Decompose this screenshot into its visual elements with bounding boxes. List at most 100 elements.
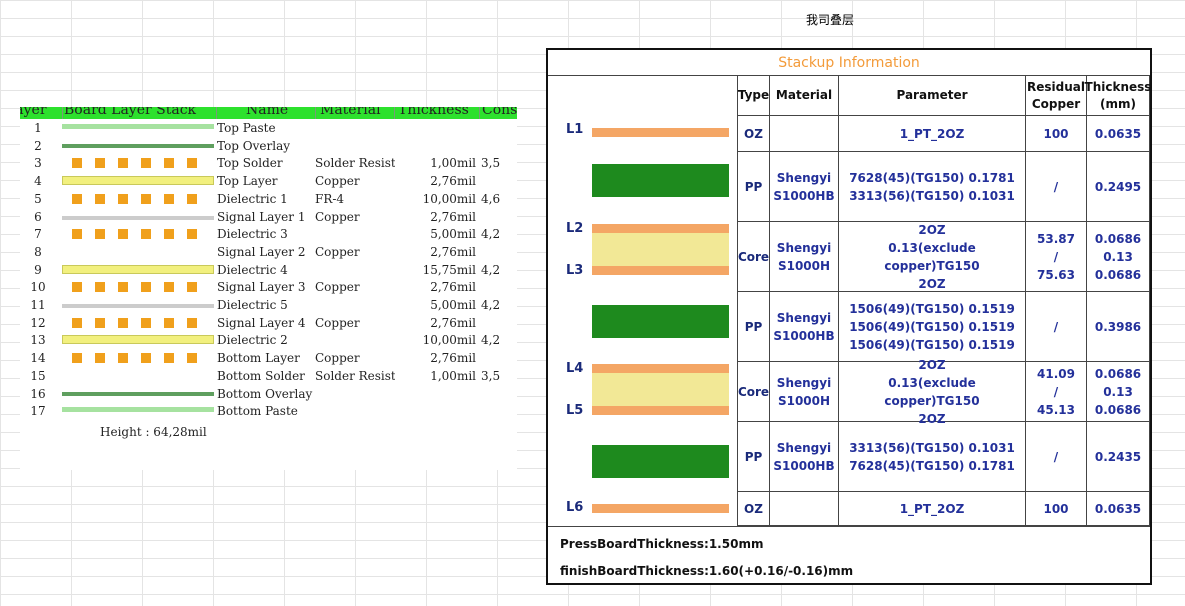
layer-thickness: 5,00mil bbox=[430, 298, 476, 312]
pad-square bbox=[187, 317, 197, 328]
copper-layer-l2 bbox=[592, 224, 729, 233]
layer-stack-table: Layer Board Layer Stack Name Material Th… bbox=[20, 107, 517, 470]
prepreg-block-3 bbox=[592, 445, 729, 478]
layer-name: Signal Layer 2 bbox=[217, 244, 306, 259]
stackup-cell-thickness: 0.3986 bbox=[1087, 292, 1150, 362]
stackup-cell-residual: / bbox=[1026, 152, 1087, 222]
pad-square bbox=[72, 353, 82, 364]
layer-row: 17 Bottom Paste bbox=[20, 402, 517, 420]
stackup-cell-material: Shengyi S1000HB bbox=[770, 422, 839, 492]
layer-constant: 4,2 bbox=[481, 227, 501, 242]
layer-name: Signal Layer 3 bbox=[217, 280, 306, 295]
layer-thickness: 2,76mil bbox=[430, 174, 476, 189]
layer-row: 13 Dielectric 2 10,00mil 4,2 bbox=[20, 331, 517, 349]
header-thickness-mm: Thickness (mm) bbox=[1085, 76, 1151, 116]
pad-square bbox=[187, 353, 197, 364]
finish-board-thickness: finishBoardThickness:1.60(+0.16/-0.16)mm bbox=[560, 564, 854, 578]
copper-layer-l3 bbox=[592, 266, 729, 275]
layer-name: Dielectric 2 bbox=[217, 333, 288, 348]
layer-row: 8 Signal Layer 2 Copper 2,76mil bbox=[20, 243, 517, 261]
paste-layer-bar bbox=[62, 407, 214, 413]
pad-square bbox=[118, 353, 128, 364]
stackup-cell-type: PP bbox=[738, 422, 770, 492]
pad-square bbox=[72, 158, 82, 169]
header-thickness: Thickness bbox=[398, 107, 469, 118]
stackup-cell-thickness: 0.2435 bbox=[1087, 422, 1150, 492]
layer-number: 17 bbox=[30, 404, 46, 419]
pad-square bbox=[118, 158, 128, 169]
stackup-cell-parameter: 3313(56)(TG150) 0.1031 7628(45)(TG150) 0… bbox=[839, 422, 1026, 492]
paste-layer-bar bbox=[62, 124, 214, 129]
stackup-cell-thickness: 0.0635 bbox=[1087, 116, 1150, 152]
layer-row: 2 Top Overlay bbox=[20, 137, 517, 155]
pad-square bbox=[164, 158, 174, 169]
header-board-layer-stack: Board Layer Stack bbox=[64, 107, 197, 118]
pad-square bbox=[187, 158, 197, 169]
stackup-cell-residual: 41.09 / 45.13 bbox=[1026, 362, 1087, 422]
stackup-cell-material: Shengyi S1000HB bbox=[770, 152, 839, 222]
pad-square bbox=[118, 282, 128, 293]
layer-material: Solder Resist bbox=[315, 156, 395, 171]
layer-label-l5: L5 bbox=[566, 403, 584, 418]
prepreg-block-2 bbox=[592, 305, 729, 338]
pad-square bbox=[164, 317, 174, 328]
layer-thickness: 2,76mil bbox=[430, 315, 476, 330]
copper-pads bbox=[62, 282, 214, 293]
layer-label-l3: L3 bbox=[566, 263, 584, 278]
layer-name: Bottom Solder bbox=[217, 368, 305, 383]
header-material: Material bbox=[770, 76, 839, 116]
layer-constant: 3,5 bbox=[481, 368, 501, 383]
layer-constant: 4,2 bbox=[481, 333, 501, 348]
pad-square bbox=[72, 229, 82, 240]
pad-square bbox=[164, 353, 174, 364]
layer-stack-header: Layer Board Layer Stack Name Material Th… bbox=[20, 107, 517, 119]
copper-pads bbox=[62, 229, 214, 240]
pad-square bbox=[141, 158, 151, 169]
pad-square bbox=[141, 229, 151, 240]
stackup-cell-parameter: 7628(45)(TG150) 0.1781 3313(56)(TG150) 0… bbox=[839, 152, 1026, 222]
copper-pads bbox=[62, 158, 214, 169]
signal-layer-bar bbox=[62, 215, 214, 220]
layer-number: 13 bbox=[30, 333, 46, 348]
layer-name: Bottom Overlay bbox=[217, 386, 313, 401]
layer-label-l4: L4 bbox=[566, 361, 584, 376]
dielectric-layer-bar bbox=[62, 335, 214, 345]
pad-square bbox=[141, 193, 151, 204]
stackup-cell-type: PP bbox=[738, 292, 770, 362]
header-residual-copper: Residual Copper bbox=[1026, 76, 1087, 116]
stackup-cell-parameter: 2OZ 0.13(exclude copper)TG150 2OZ bbox=[839, 358, 1026, 426]
pad-square bbox=[118, 193, 128, 204]
stackup-cell-parameter: 1_PT_2OZ bbox=[839, 492, 1026, 526]
layer-row: 3 Top Solder Solder Resist 1,00mil 3,5 bbox=[20, 154, 517, 172]
layer-name: Top Paste bbox=[217, 121, 276, 135]
copper-layer-l6 bbox=[592, 504, 729, 513]
layer-row: 6 Signal Layer 1 Copper 2,76mil bbox=[20, 208, 517, 226]
core-block-2 bbox=[592, 373, 729, 406]
layer-number: 16 bbox=[30, 386, 46, 401]
pad-square bbox=[187, 282, 197, 293]
press-board-thickness: PressBoardThickness:1.50mm bbox=[560, 537, 764, 551]
layer-material: Copper bbox=[315, 244, 360, 259]
pad-square bbox=[95, 158, 105, 169]
layer-row: 16 Bottom Overlay bbox=[20, 385, 517, 403]
header-parameter: Parameter bbox=[839, 76, 1026, 116]
layer-row: 15 Bottom Solder Solder Resist 1,00mil 3,5 bbox=[20, 367, 517, 385]
stackup-cell-material: Shengyi S1000HB bbox=[770, 292, 839, 362]
stackup-cell-residual: / bbox=[1026, 422, 1087, 492]
pad-square bbox=[187, 193, 197, 204]
pad-square bbox=[118, 317, 128, 328]
dielectric-layer-bar bbox=[62, 264, 214, 274]
layer-name: Top Overlay bbox=[217, 138, 291, 153]
layer-number: 3 bbox=[34, 156, 42, 171]
layer-number: 10 bbox=[30, 280, 46, 295]
pad-square bbox=[95, 317, 105, 328]
stackup-title: Stackup Information bbox=[548, 50, 1150, 76]
pad-square bbox=[141, 282, 151, 293]
sheet-title: 我司叠层 bbox=[805, 13, 854, 27]
stackup-cell-type: OZ bbox=[738, 492, 770, 526]
stackup-cell-residual: 53.87 / 75.63 bbox=[1026, 222, 1087, 292]
layer-constant: 4,6 bbox=[481, 191, 501, 206]
stackup-cell-thickness: 0.0686 0.13 0.0686 bbox=[1087, 362, 1150, 422]
layer-material: Copper bbox=[315, 351, 360, 366]
layer-name: Top Layer bbox=[217, 174, 278, 189]
